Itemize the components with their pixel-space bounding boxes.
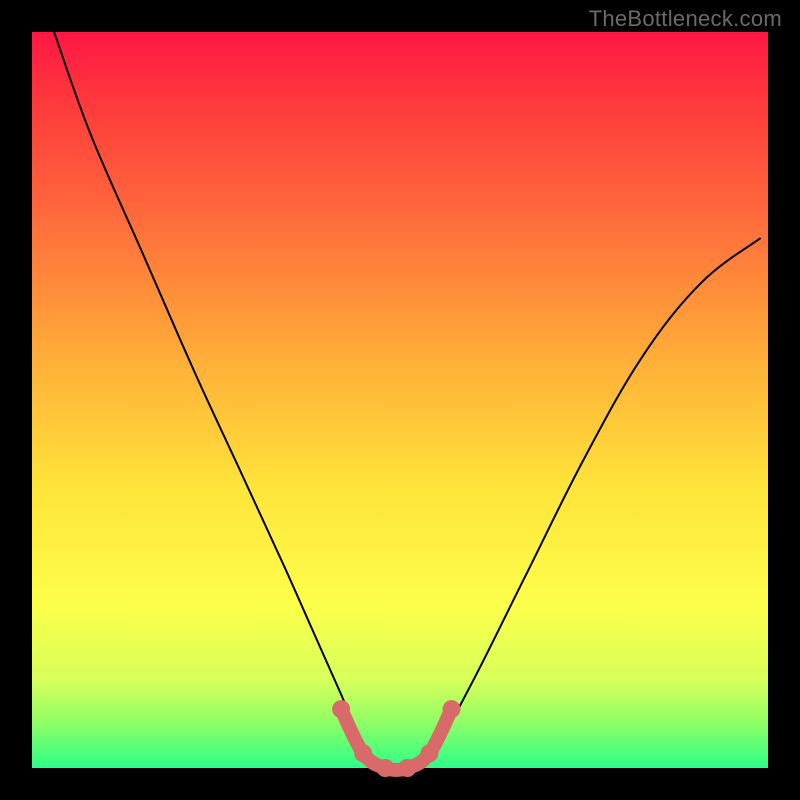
watermark-text: TheBottleneck.com	[589, 6, 782, 32]
chart-stage: TheBottleneck.com	[0, 0, 800, 800]
bottleneck-chart	[0, 0, 800, 800]
optimal-range-dot	[420, 744, 438, 762]
optimal-range-dot	[443, 700, 461, 718]
optimal-range-dot	[354, 744, 372, 762]
optimal-range-dot	[376, 759, 394, 777]
optimal-range-dot	[332, 700, 350, 718]
plot-background	[32, 32, 768, 768]
optimal-range-dot	[398, 759, 416, 777]
